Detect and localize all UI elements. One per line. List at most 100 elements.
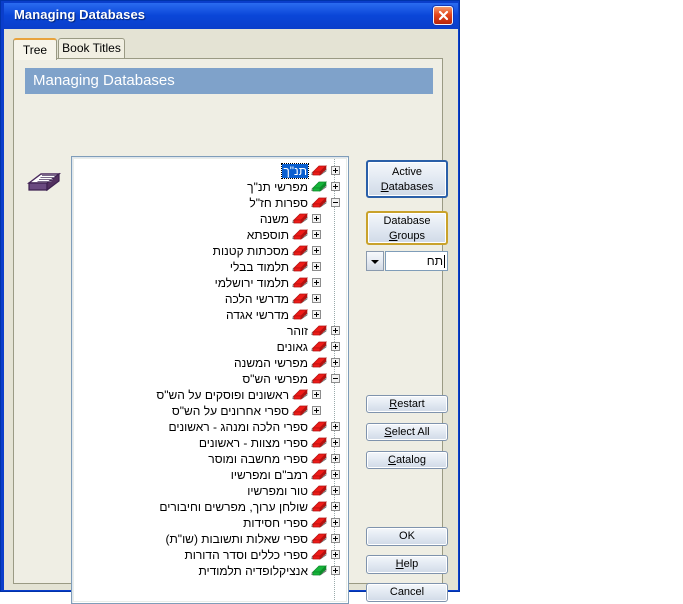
tree-item[interactable]: מפרשי המשנה bbox=[74, 355, 346, 371]
tab-tree[interactable]: Tree bbox=[13, 38, 57, 60]
tree-item[interactable]: ספרי שאלות ותשובות (שו"ת) bbox=[74, 531, 346, 547]
catalog-accesskey: C bbox=[388, 454, 396, 466]
tree-item-label: ספרי הלכה ומנהג - ראשונים bbox=[168, 420, 308, 434]
expand-icon[interactable] bbox=[331, 422, 340, 431]
tree-item[interactable]: שולחן ערוך, מפרשים וחיבורים bbox=[74, 499, 346, 515]
select-all-accesskey: S bbox=[384, 426, 392, 438]
tree-item[interactable]: ספרי הלכה ומנהג - ראשונים bbox=[74, 419, 346, 435]
expand-icon[interactable] bbox=[312, 310, 321, 319]
tree-item-label: ספרי מחשבה ומוסר bbox=[208, 452, 308, 466]
expand-icon[interactable] bbox=[331, 326, 340, 335]
expand-icon[interactable] bbox=[331, 454, 340, 463]
tree-item[interactable]: תנ"ך bbox=[74, 163, 346, 179]
expand-icon[interactable] bbox=[312, 278, 321, 287]
database-group-input[interactable]: תח bbox=[385, 251, 448, 271]
expand-icon[interactable] bbox=[331, 342, 340, 351]
tree-item[interactable]: ראשונים ופוסקים על הש"ס bbox=[74, 387, 346, 403]
book-icon bbox=[310, 532, 328, 545]
database-tree[interactable]: תנ"ך מפרשי תנ"ך ספרות חז"ל משנה תוספתא מסכתות… bbox=[71, 156, 349, 604]
restart-button[interactable]: Restart bbox=[366, 395, 448, 413]
tree-item[interactable]: ספרי אחרונים על הש"ס bbox=[74, 403, 346, 419]
active-databases-button[interactable]: Active Databases bbox=[366, 160, 448, 198]
expand-icon[interactable] bbox=[312, 230, 321, 239]
tree-item-label: ספרות חז"ל bbox=[249, 196, 308, 210]
tree-item[interactable]: ספרי מחשבה ומוסר bbox=[74, 451, 346, 467]
tree-item[interactable]: טור ומפרשיו bbox=[74, 483, 346, 499]
database-groups-button[interactable]: Database Groups bbox=[366, 211, 448, 245]
tree-item-label: מסכתות קטנות bbox=[212, 244, 289, 258]
tree-item[interactable]: ספרי כללים וסדר הדורות bbox=[74, 547, 346, 563]
tree-item-label: מפרשי תנ"ך bbox=[247, 180, 308, 194]
ok-button[interactable]: OK bbox=[366, 527, 448, 546]
active-databases-line2: atabases bbox=[388, 181, 434, 193]
tree-item[interactable]: ספרי חסידות bbox=[74, 515, 346, 531]
book-icon bbox=[310, 436, 328, 449]
expand-icon[interactable] bbox=[331, 182, 340, 191]
expand-icon[interactable] bbox=[331, 534, 340, 543]
book-icon bbox=[310, 180, 328, 193]
book-icon bbox=[291, 292, 309, 305]
expand-icon[interactable] bbox=[312, 246, 321, 255]
expand-icon[interactable] bbox=[312, 262, 321, 271]
expand-icon[interactable] bbox=[331, 358, 340, 367]
tree-item-label: מפרשי המשנה bbox=[234, 356, 308, 370]
database-group-combo[interactable]: תח bbox=[366, 251, 448, 271]
book-icon bbox=[291, 404, 309, 417]
book-icon bbox=[291, 212, 309, 225]
expand-icon[interactable] bbox=[312, 294, 321, 303]
book-icon bbox=[291, 260, 309, 273]
cancel-button[interactable]: Cancel bbox=[366, 583, 448, 602]
expand-icon[interactable] bbox=[331, 438, 340, 447]
tree-item[interactable]: משנה bbox=[74, 211, 346, 227]
catalog-button[interactable]: Catalog bbox=[366, 451, 448, 469]
tree-item[interactable]: מפרשי הש"ס bbox=[74, 371, 346, 387]
tree-item[interactable]: מדרשי הלכה bbox=[74, 291, 346, 307]
expand-icon[interactable] bbox=[331, 550, 340, 559]
expand-icon[interactable] bbox=[312, 406, 321, 415]
tree-item-label: רמב"ם ומפרשיו bbox=[230, 468, 308, 482]
tree-item[interactable]: מדרשי אגדה bbox=[74, 307, 346, 323]
book-icon bbox=[310, 452, 328, 465]
tree-item[interactable]: רמב"ם ומפרשיו bbox=[74, 467, 346, 483]
expand-icon[interactable] bbox=[331, 470, 340, 479]
database-groups-accesskey: G bbox=[388, 230, 398, 242]
tree-item[interactable]: ספרי מצוות - ראשונים bbox=[74, 435, 346, 451]
collapse-icon[interactable] bbox=[331, 374, 340, 383]
restart-label: estart bbox=[397, 398, 425, 410]
tree-item[interactable]: תלמוד בבלי bbox=[74, 259, 346, 275]
tree-item-label: גאונים bbox=[276, 340, 308, 354]
window-titlebar[interactable]: Managing Databases bbox=[4, 3, 458, 29]
chevron-down-icon[interactable] bbox=[366, 251, 384, 271]
expand-icon[interactable] bbox=[331, 518, 340, 527]
tree-item-label: זוהר bbox=[286, 324, 308, 338]
collapse-icon[interactable] bbox=[331, 198, 340, 207]
expand-icon[interactable] bbox=[331, 166, 340, 175]
tree-item[interactable]: מסכתות קטנות bbox=[74, 243, 346, 259]
tab-book-titles[interactable]: Book Titles bbox=[58, 38, 125, 58]
expand-icon[interactable] bbox=[331, 486, 340, 495]
book-icon bbox=[310, 468, 328, 481]
tree-item-label: ראשונים ופוסקים על הש"ס bbox=[156, 388, 289, 402]
close-icon[interactable] bbox=[433, 6, 453, 25]
tree-item[interactable]: אנציקלופדיה תלמודית bbox=[74, 563, 346, 579]
section-header-band: Managing Databases bbox=[25, 68, 433, 94]
active-databases-accesskey: D bbox=[380, 181, 389, 193]
tree-item[interactable]: תלמוד ירושלמי bbox=[74, 275, 346, 291]
book-icon bbox=[310, 516, 328, 529]
book-icon bbox=[291, 228, 309, 241]
book-icon bbox=[310, 356, 328, 369]
help-button[interactable]: Help bbox=[366, 555, 448, 574]
select-all-label: elect All bbox=[391, 426, 430, 438]
expand-icon[interactable] bbox=[331, 566, 340, 575]
tree-item[interactable]: מפרשי תנ"ך bbox=[74, 179, 346, 195]
tree-item-label: ספרי אחרונים על הש"ס bbox=[171, 404, 289, 418]
tree-item[interactable]: גאונים bbox=[74, 339, 346, 355]
tree-item[interactable]: ספרות חז"ל bbox=[74, 195, 346, 211]
select-all-button[interactable]: Select All bbox=[366, 423, 448, 441]
expand-icon[interactable] bbox=[312, 214, 321, 223]
expand-icon[interactable] bbox=[331, 502, 340, 511]
section-header-title: Managing Databases bbox=[33, 72, 175, 89]
tree-item[interactable]: זוהר bbox=[74, 323, 346, 339]
tree-item[interactable]: תוספתא bbox=[74, 227, 346, 243]
expand-icon[interactable] bbox=[312, 390, 321, 399]
